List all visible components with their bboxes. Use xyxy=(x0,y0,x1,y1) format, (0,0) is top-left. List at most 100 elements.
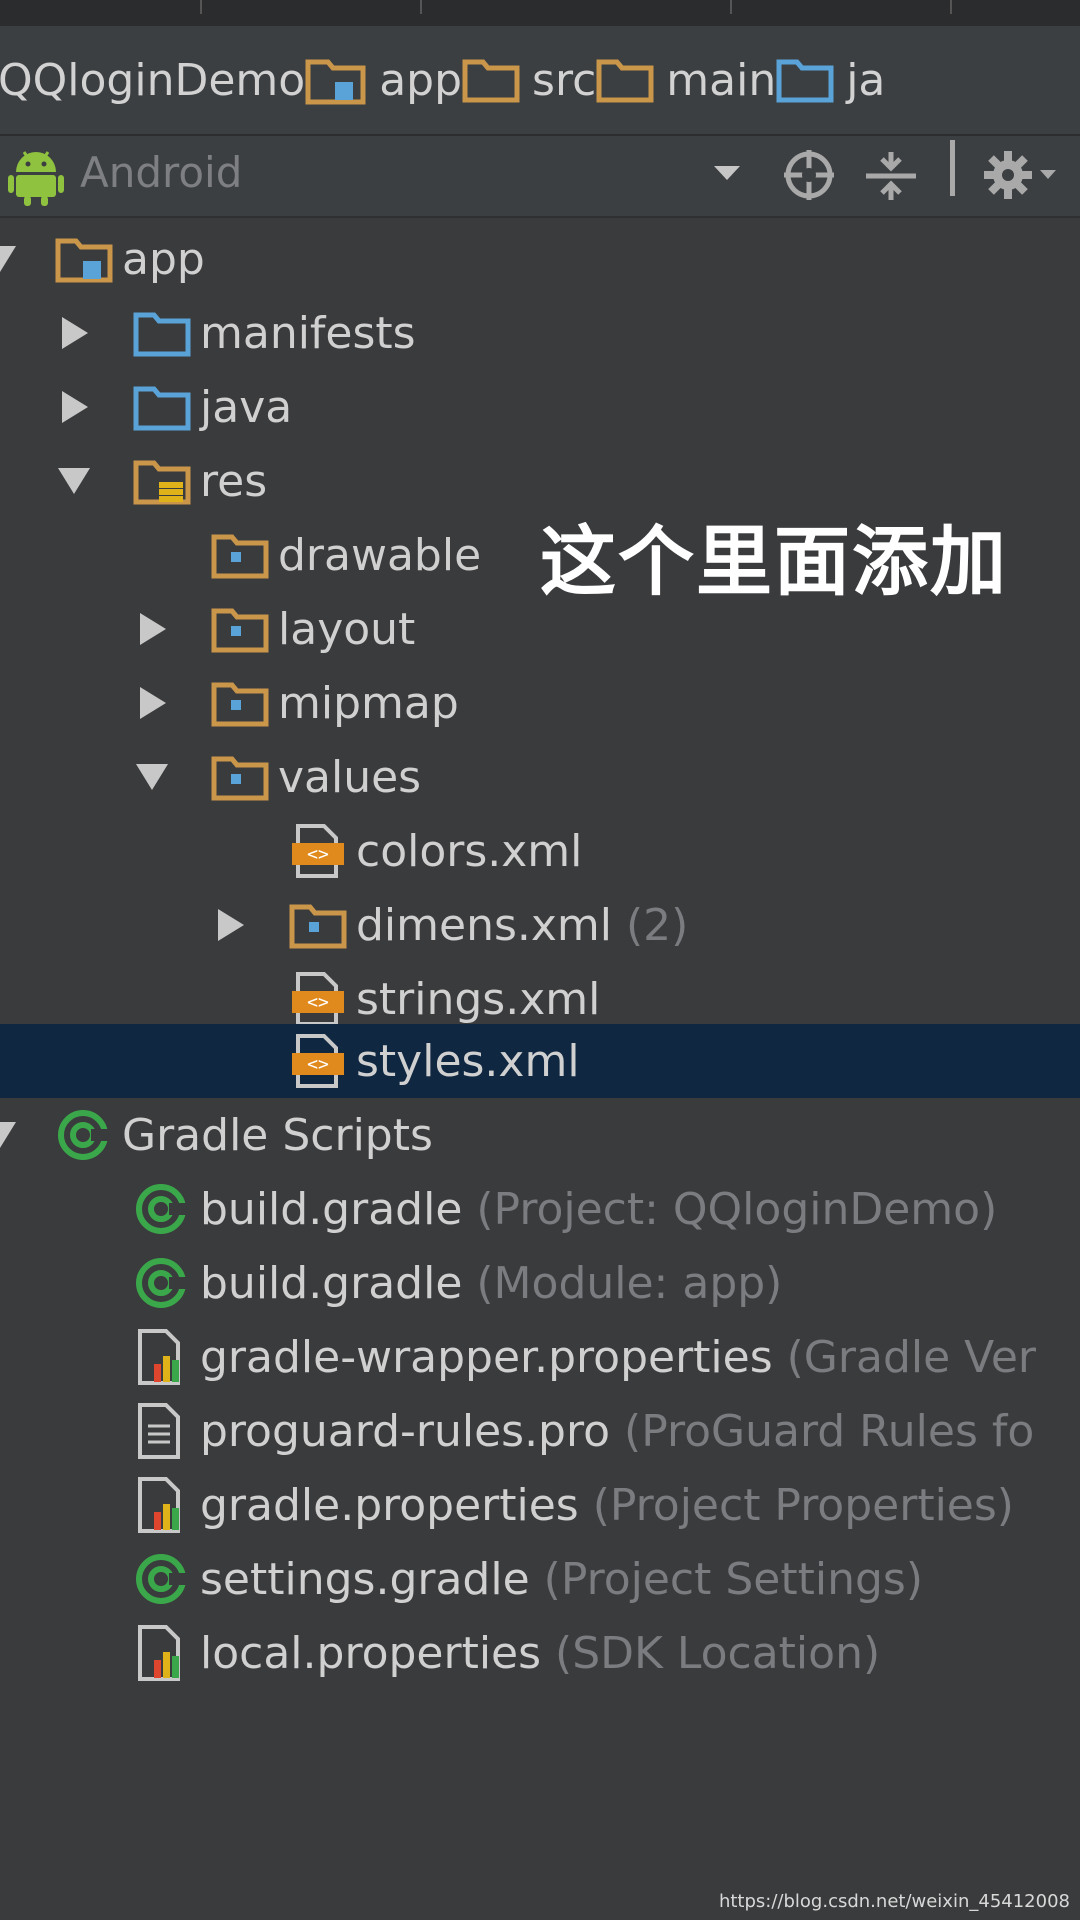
file-hint: (Gradle Ver xyxy=(786,1331,1036,1383)
tree-label: Gradle Scripts xyxy=(122,1109,433,1161)
android-icon xyxy=(8,151,64,206)
properties-file-icon xyxy=(138,1329,180,1385)
annotation-text: 这个里面添加 xyxy=(540,517,1008,606)
xml-file-icon: <> xyxy=(292,824,344,878)
collapse-all-icon[interactable] xyxy=(864,148,918,204)
expand-arrow-icon[interactable] xyxy=(62,391,88,423)
collapse-arrow-icon[interactable] xyxy=(0,246,16,272)
tree-label: manifests xyxy=(200,307,416,359)
file-name: proguard-rules.pro xyxy=(200,1405,611,1457)
expand-arrow-icon[interactable] xyxy=(218,909,244,941)
breadcrumb-label: src xyxy=(532,54,597,106)
tree-label: build.gradle (Module: app) xyxy=(200,1258,782,1309)
collapse-arrow-icon[interactable] xyxy=(136,764,168,790)
breadcrumb-item-main[interactable]: main xyxy=(596,26,776,134)
tree-label: settings.gradle (Project Settings) xyxy=(200,1554,923,1605)
folder-icon xyxy=(133,312,191,357)
file-hint: (SDK Location) xyxy=(555,1627,881,1679)
folder-icon xyxy=(462,59,520,103)
svg-text:<>: <> xyxy=(307,992,329,1013)
tree-node-local-properties[interactable]: local.properties (SDK Location) xyxy=(0,1616,1080,1690)
folder-icon xyxy=(211,682,269,727)
target-icon[interactable] xyxy=(782,148,836,202)
svg-text:<>: <> xyxy=(307,844,329,865)
tree-node-styles-xml[interactable]: <> styles.xml xyxy=(0,1024,1080,1098)
tree-label: values xyxy=(278,751,422,803)
chevron-down-icon[interactable] xyxy=(712,164,742,184)
breadcrumb-label: app xyxy=(379,54,463,106)
project-toolbar: Android xyxy=(0,136,1080,218)
module-folder-icon xyxy=(305,59,366,105)
tree-label: build.gradle (Project: QQloginDemo) xyxy=(200,1184,997,1235)
divider xyxy=(950,140,955,196)
tree-node-gradle-scripts[interactable]: Gradle Scripts xyxy=(0,1098,1080,1172)
breadcrumb-item-java[interactable]: ja xyxy=(776,26,885,134)
source-folder-icon xyxy=(776,59,834,103)
top-strip xyxy=(0,0,1080,26)
tree-label: colors.xml xyxy=(356,825,583,877)
file-hint: (Project Properties) xyxy=(592,1479,1014,1531)
tree-node-dimens-xml[interactable]: dimens.xml (2) xyxy=(0,888,1080,962)
breadcrumb-label: main xyxy=(666,54,777,106)
expand-arrow-icon[interactable] xyxy=(140,613,166,645)
folder-icon xyxy=(211,756,269,801)
tree-label: styles.xml xyxy=(356,1035,580,1087)
tree-label: drawable xyxy=(278,529,482,581)
tree-node-proguard-rules[interactable]: proguard-rules.pro (ProGuard Rules fo xyxy=(0,1394,1080,1468)
divider xyxy=(420,0,422,14)
file-hint: (Module: app) xyxy=(476,1257,783,1309)
breadcrumb-item-app[interactable]: app xyxy=(305,26,462,134)
tree-label: java xyxy=(200,381,293,433)
tree-label: app xyxy=(122,233,205,285)
expand-arrow-icon[interactable] xyxy=(140,687,166,719)
tree-node-values[interactable]: values xyxy=(0,740,1080,814)
tree-node-gradle-properties[interactable]: gradle.properties (Project Properties) xyxy=(0,1468,1080,1542)
source-folder-icon xyxy=(133,386,191,431)
file-name: gradle.properties xyxy=(200,1479,579,1531)
tree-node-manifests[interactable]: manifests xyxy=(0,296,1080,370)
watermark: https://blog.csdn.net/weixin_45412008 xyxy=(718,1891,1070,1912)
breadcrumb-item-project[interactable]: QQloginDemo xyxy=(0,26,305,134)
expand-arrow-icon[interactable] xyxy=(62,317,88,349)
breadcrumb: QQloginDemo app src main ja xyxy=(0,26,1080,136)
tree-node-build-gradle-module[interactable]: build.gradle (Module: app) xyxy=(0,1246,1080,1320)
svg-text:<>: <> xyxy=(307,1054,329,1075)
folder-icon xyxy=(289,904,347,949)
tree-node-mipmap[interactable]: mipmap xyxy=(0,666,1080,740)
file-count: (2) xyxy=(626,899,689,951)
file-name: build.gradle xyxy=(200,1183,463,1235)
tree-label: strings.xml xyxy=(356,973,601,1025)
tree-label: mipmap xyxy=(278,677,459,729)
divider xyxy=(200,0,202,14)
properties-file-icon xyxy=(138,1625,180,1681)
breadcrumb-item-src[interactable]: src xyxy=(462,26,596,134)
divider xyxy=(950,0,952,14)
gradle-icon xyxy=(136,1184,189,1234)
file-name: dimens.xml xyxy=(356,899,613,951)
file-name: local.properties xyxy=(200,1627,542,1679)
view-mode-selector[interactable]: Android xyxy=(80,148,242,197)
xml-file-icon: <> xyxy=(292,972,344,1026)
module-folder-icon xyxy=(55,238,113,283)
tree-node-gradle-wrapper-properties[interactable]: gradle-wrapper.properties (Gradle Ver xyxy=(0,1320,1080,1394)
breadcrumb-label: QQloginDemo xyxy=(0,54,306,106)
tree-label: dimens.xml (2) xyxy=(356,900,688,951)
gear-icon[interactable] xyxy=(982,148,1062,202)
folder-icon xyxy=(211,608,269,653)
tree-node-settings-gradle[interactable]: settings.gradle (Project Settings) xyxy=(0,1542,1080,1616)
collapse-arrow-icon[interactable] xyxy=(58,468,90,494)
divider xyxy=(730,0,732,14)
xml-file-icon: <> xyxy=(292,1034,344,1088)
tree-node-colors-xml[interactable]: <> colors.xml xyxy=(0,814,1080,888)
tree-node-java[interactable]: java xyxy=(0,370,1080,444)
tree-node-app[interactable]: app xyxy=(0,222,1080,296)
resource-folder-icon xyxy=(133,460,191,505)
tree-node-build-gradle-project[interactable]: build.gradle (Project: QQloginDemo) xyxy=(0,1172,1080,1246)
collapse-arrow-icon[interactable] xyxy=(0,1122,16,1148)
file-hint: (Project: QQloginDemo) xyxy=(476,1183,998,1235)
file-hint: (Project Settings) xyxy=(543,1553,923,1605)
tree-label: gradle.properties (Project Properties) xyxy=(200,1480,1014,1531)
tree-label: gradle-wrapper.properties (Gradle Ver xyxy=(200,1332,1036,1383)
tree-label: res xyxy=(200,455,268,507)
file-name: build.gradle xyxy=(200,1257,463,1309)
